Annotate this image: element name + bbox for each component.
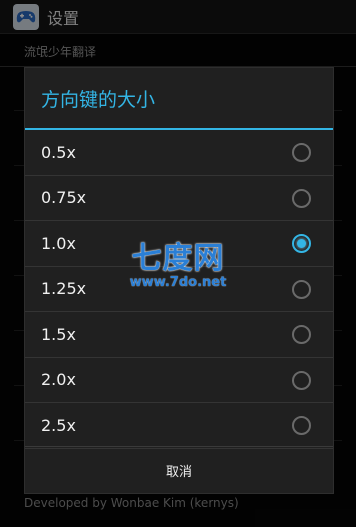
dialog-title: 方向键的大小 [41, 88, 156, 111]
radio-button[interactable] [292, 325, 311, 345]
option-0-5x[interactable]: 0.5x [25, 130, 333, 176]
size-dialog: 方向键的大小 0.5x 0.75x 1.0x 1.25x 1.5x 2.0x 2… [24, 67, 334, 494]
option-2-0x[interactable]: 2.0x [25, 358, 333, 403]
option-label: 2.5x [41, 415, 76, 435]
option-label: 1.0x [41, 233, 76, 253]
option-label: 2.0x [41, 370, 76, 390]
option-label: 0.75x [41, 188, 87, 208]
radio-button[interactable] [292, 143, 311, 163]
radio-button[interactable] [292, 279, 311, 299]
radio-button-checked[interactable] [292, 234, 311, 254]
option-label: 1.5x [41, 324, 76, 344]
cancel-button[interactable]: 取消 [25, 446, 333, 493]
radio-button[interactable] [292, 370, 311, 390]
option-label: 0.5x [41, 142, 76, 162]
radio-button[interactable] [292, 416, 311, 436]
screen: 设置 流氓少年翻译 Developed by Wonbae Kim (kerny… [0, 0, 356, 527]
option-0-75x[interactable]: 0.75x [25, 176, 333, 221]
option-label: 1.25x [41, 279, 87, 299]
option-list: 0.5x 0.75x 1.0x 1.25x 1.5x 2.0x 2.5x [25, 130, 333, 449]
option-1-5x[interactable]: 1.5x [25, 312, 333, 358]
option-2-5x[interactable]: 2.5x [25, 403, 333, 449]
option-1-25x[interactable]: 1.25x [25, 267, 333, 312]
option-1-0x[interactable]: 1.0x [25, 221, 333, 267]
radio-button[interactable] [292, 188, 311, 208]
